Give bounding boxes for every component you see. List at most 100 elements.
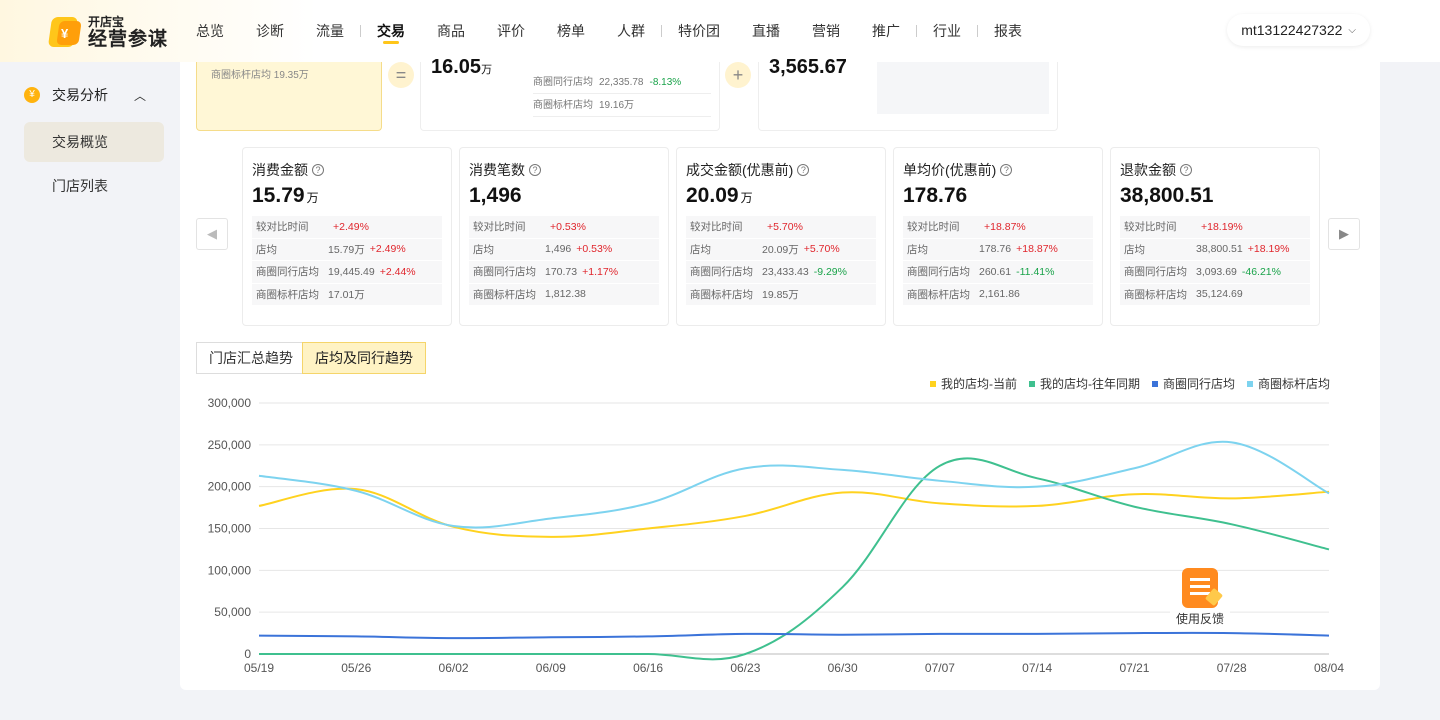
plus-icon: +	[725, 62, 751, 88]
account-menu[interactable]: mt13122427322 ⌵	[1227, 14, 1370, 46]
tab-store-summary-trend[interactable]: 门店汇总趋势	[196, 342, 306, 374]
formula-result-text: 商圈标杆店均 19.35万	[211, 70, 309, 81]
nav-item[interactable]: 营销	[796, 0, 856, 62]
x-tick-label: 06/30	[828, 661, 858, 675]
x-tick-label: 05/26	[341, 661, 371, 675]
metric-value: 1,496	[469, 184, 522, 207]
formula-card-2-value: 3,565.67	[769, 56, 847, 78]
y-tick-label: 0	[244, 647, 251, 661]
main-nav: 总览 诊断 流量 交易 商品 评价 榜单 人群 特价团 直播 营销 推广 行业 报表	[180, 0, 1038, 62]
metric-title: 消费笔数?	[469, 160, 541, 180]
metric-compare-row: 较对比时间 +5.70%	[686, 216, 876, 239]
metric-compare-row: 商圈标杆店均 2,161.86	[903, 284, 1093, 306]
coin-icon: ¥	[24, 87, 40, 103]
y-tick-label: 300,000	[208, 396, 252, 410]
metric-compare-row: 较对比时间 +18.87%	[903, 216, 1093, 239]
metric-compare-row: 店均 1,496 +0.53%	[469, 239, 659, 261]
chevron-up-icon[interactable]: ︿	[134, 87, 146, 104]
formula-card-1-row: 商圈同行店均 22,335.78 -8.13%	[533, 72, 711, 94]
metric-compare-row: 较对比时间 +0.53%	[469, 216, 659, 239]
metric-title: 成交金额(优惠前)?	[686, 160, 810, 180]
nav-item[interactable]: 总览	[180, 0, 240, 62]
help-icon[interactable]: ?	[1000, 164, 1013, 176]
x-tick-label: 07/28	[1217, 661, 1247, 675]
metric-compare-row: 商圈同行店均 3,093.69 -46.21%	[1120, 261, 1310, 284]
equals-icon: =	[388, 62, 414, 88]
x-tick-label: 07/07	[925, 661, 955, 675]
metric-compare-table: 较对比时间 +0.53% 店均 1,496 +0.53% 商圈同行店均 170.73 +1.1…	[469, 216, 659, 306]
chevron-down-icon: ⌵	[1348, 24, 1356, 36]
carousel-prev-button[interactable]: ◀	[196, 218, 228, 250]
carousel-next-button[interactable]: ▶	[1328, 218, 1360, 250]
tab-avg-and-peer-trend[interactable]: 店均及同行趋势	[302, 342, 426, 374]
series-line-4[interactable]	[258, 440, 1330, 529]
metric-compare-row: 较对比时间 +2.49%	[252, 216, 442, 239]
y-tick-label: 150,000	[208, 522, 252, 536]
metric-title: 消费金额?	[252, 160, 324, 180]
sidebar-item-store-list[interactable]: 门店列表	[24, 166, 164, 206]
trend-line-chart: 0 50,000 100,000 150,000 200,000 250,000 300,0…	[208, 396, 1345, 675]
metric-title: 单均价(优惠前)?	[903, 160, 1013, 180]
feedback-button[interactable]: 使用反馈	[1170, 568, 1230, 628]
metric-compare-row: 店均 20.09万 +5.70%	[686, 239, 876, 261]
metric-compare-row: 店均 178.76 +18.87%	[903, 239, 1093, 261]
metric-title: 退款金额?	[1120, 160, 1192, 180]
nav-item[interactable]: 直播	[736, 0, 796, 62]
metric-compare-row: 商圈标杆店均 1,812.38	[469, 284, 659, 306]
nav-item[interactable]: 推广	[856, 0, 916, 62]
nav-item[interactable]: 榜单	[541, 0, 601, 62]
metric-compare-row: 商圈标杆店均 35,124.69	[1120, 284, 1310, 306]
nav-item[interactable]: 人群	[601, 0, 661, 62]
metric-card[interactable]: 成交金额(优惠前)? 20.09 万较对比时间 +5.70% 店均 20.09万 +5.70…	[676, 147, 886, 326]
sidebar-item-trade-overview[interactable]: 交易概览	[24, 122, 164, 162]
formula-card-2: 3,565.67	[758, 56, 1058, 131]
account-name: mt13122427322	[1241, 22, 1343, 38]
help-icon[interactable]: ?	[529, 164, 541, 176]
x-tick-label: 06/02	[439, 661, 469, 675]
metric-compare-row: 店均 15.79万 +2.49%	[252, 239, 442, 261]
sidebar: ¥ 交易分析 ︿ 交易概览 门店列表	[0, 62, 180, 720]
nav-item[interactable]: 行业	[917, 0, 977, 62]
metric-card[interactable]: 消费笔数? 1,496 较对比时间 +0.53% 店均 1,496 +0.53% 商圈同行店均…	[459, 147, 669, 326]
help-icon[interactable]: ?	[312, 164, 324, 176]
metric-compare-table: 较对比时间 +18.19% 店均 38,800.51 +18.19% 商圈同行店均 3,09…	[1120, 216, 1310, 306]
logo-icon: ¥	[47, 15, 82, 49]
help-icon[interactable]: ?	[797, 164, 810, 176]
metric-compare-row: 商圈标杆店均 17.01万	[252, 284, 442, 306]
nav-item[interactable]: 流量	[300, 0, 360, 62]
nav-item[interactable]: 商品	[421, 0, 481, 62]
metric-value: 178.76	[903, 184, 968, 207]
series-line-2[interactable]	[259, 457, 1330, 661]
formula-card-1-row: 商圈标杆店均 19.16万	[533, 95, 711, 117]
nav-item[interactable]: 报表	[978, 0, 1038, 62]
top-nav: ¥ 开店宝 经营参谋 总览 诊断 流量 交易 商品 评价 榜单 人群 特价团 直播 营销 推广 行业 报表…	[0, 0, 1440, 62]
metric-card[interactable]: 消费金额? 15.79 万较对比时间 +2.49% 店均 15.79万 +2.49% 商圈同行…	[242, 147, 452, 326]
metric-compare-row: 商圈同行店均 170.73 +1.17%	[469, 261, 659, 284]
series-line-3[interactable]	[258, 631, 1330, 640]
nav-item[interactable]: 交易	[361, 0, 421, 62]
x-tick-label: 06/09	[536, 661, 566, 675]
main-panel: 商圈标杆店均 19.35万 = 16.05万 商圈同行店均 22,335.78 -8…	[180, 56, 1380, 690]
formula-card-1: 16.05万 商圈同行店均 22,335.78 -8.13% 商圈标杆店均 19.16…	[420, 56, 720, 131]
nav-item[interactable]: 特价团	[662, 0, 736, 62]
y-tick-label: 100,000	[208, 563, 252, 577]
metric-card[interactable]: 单均价(优惠前)? 178.76 较对比时间 +18.87% 店均 178.76 +18.8…	[893, 147, 1103, 326]
nav-item[interactable]: 评价	[481, 0, 541, 62]
metric-compare-table: 较对比时间 +2.49% 店均 15.79万 +2.49% 商圈同行店均 19,445.49…	[252, 216, 442, 306]
y-tick-label: 50,000	[214, 605, 251, 619]
feedback-label: 使用反馈	[1170, 610, 1230, 627]
x-tick-label: 07/14	[1022, 661, 1052, 675]
sidebar-group-trade-analysis[interactable]: ¥ 交易分析 ︿	[24, 82, 154, 108]
metric-compare-row: 商圈标杆店均 19.85万	[686, 284, 876, 306]
nav-item[interactable]: 诊断	[240, 0, 300, 62]
metric-compare-table: 较对比时间 +5.70% 店均 20.09万 +5.70% 商圈同行店均 23,433.43…	[686, 216, 876, 306]
metric-value: 15.79 万	[252, 184, 319, 207]
logo-title: 经营参谋	[88, 28, 169, 50]
metric-card[interactable]: 退款金额? 38,800.51 较对比时间 +18.19% 店均 38,800.51 +18…	[1110, 147, 1320, 326]
logo[interactable]: ¥ 开店宝 经营参谋	[47, 12, 198, 52]
x-tick-label: 08/04	[1314, 661, 1344, 675]
metric-compare-table: 较对比时间 +18.87% 店均 178.76 +18.87% 商圈同行店均 260.61-…	[903, 216, 1093, 306]
help-icon[interactable]: ?	[1180, 164, 1192, 176]
metric-value: 38,800.51	[1120, 184, 1214, 207]
metric-compare-row: 商圈同行店均 260.61 -11.41%	[903, 261, 1093, 284]
